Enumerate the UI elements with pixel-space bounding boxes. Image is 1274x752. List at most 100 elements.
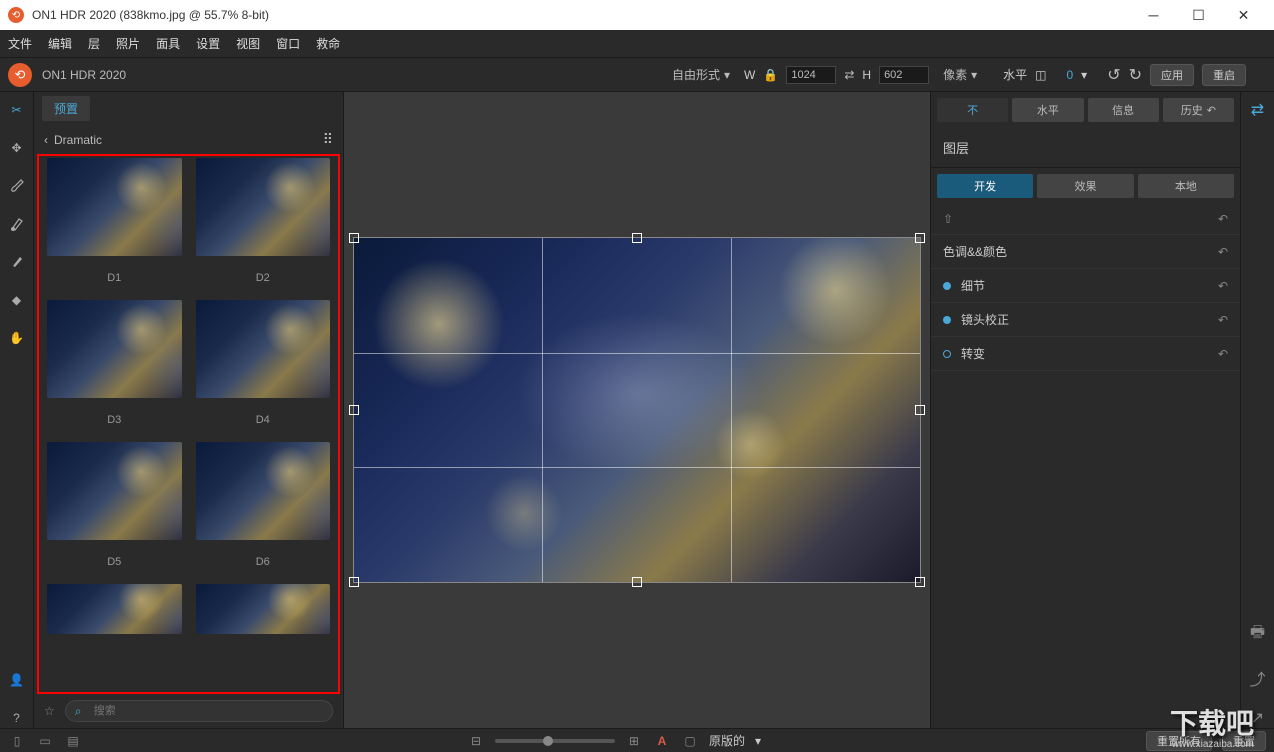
crop-handle[interactable] xyxy=(915,233,925,243)
rotate-ccw-icon[interactable]: ↺ xyxy=(1107,65,1120,85)
crop-handle[interactable] xyxy=(632,577,642,587)
panel-row-share[interactable]: ⇧ ↶ xyxy=(931,204,1240,235)
reset-all-button[interactable]: 重置所有 xyxy=(1146,731,1212,751)
chevron-down-icon[interactable]: ▾ xyxy=(1081,68,1087,82)
tab-history[interactable]: 历史↶ xyxy=(1163,98,1234,122)
share-icon[interactable]: ⇧ xyxy=(943,212,953,226)
preset-item[interactable] xyxy=(47,584,182,634)
panel-row-transform[interactable]: 转变 ↶ xyxy=(931,337,1240,371)
close-button[interactable]: ✕ xyxy=(1221,0,1266,30)
back-icon[interactable]: ‹ xyxy=(44,133,48,147)
crop-tool[interactable]: ✂ xyxy=(7,100,27,120)
reset-button[interactable]: 重置 xyxy=(1222,731,1266,751)
crop-handle[interactable] xyxy=(915,577,925,587)
undo-icon[interactable]: ↶ xyxy=(1218,313,1228,327)
hand-tool[interactable]: ✋ xyxy=(7,328,27,348)
reset-button[interactable]: 重启 xyxy=(1202,64,1246,86)
preset-item[interactable]: D4 xyxy=(196,300,331,436)
crop-handle[interactable] xyxy=(632,233,642,243)
maximize-button[interactable]: ☐ xyxy=(1176,0,1221,30)
undo-icon[interactable]: ↶ xyxy=(1218,212,1228,226)
menu-file[interactable]: 文件 xyxy=(8,35,32,52)
square-icon[interactable]: ▢ xyxy=(681,734,699,748)
menu-mask[interactable]: 面具 xyxy=(156,35,180,52)
printer-icon[interactable]: 🖶 xyxy=(1250,621,1265,648)
crop-handle[interactable] xyxy=(349,577,359,587)
swap-icon[interactable]: ⇄ xyxy=(844,68,854,82)
share-icon[interactable]: ⤴ xyxy=(1249,666,1265,690)
subtab-effects[interactable]: 效果 xyxy=(1037,174,1133,198)
width-input[interactable] xyxy=(786,66,836,84)
clone-tool[interactable] xyxy=(7,252,27,272)
canvas-image[interactable] xyxy=(353,237,921,583)
panel-row-tone[interactable]: 色调&&颜色 ↶ xyxy=(931,235,1240,269)
subtab-local[interactable]: 本地 xyxy=(1138,174,1234,198)
crop-mode-select[interactable]: 自由形式 ▾ xyxy=(666,64,736,85)
preset-item[interactable]: D3 xyxy=(47,300,182,436)
panel-row-detail[interactable]: 细节 ↶ xyxy=(931,269,1240,303)
tab-none[interactable]: 不 xyxy=(937,98,1008,122)
preset-item[interactable]: D2 xyxy=(196,158,331,294)
help-icon[interactable]: ? xyxy=(7,708,27,728)
preset-item[interactable]: D5 xyxy=(47,442,182,578)
brush-tool[interactable] xyxy=(7,176,27,196)
undo-icon[interactable]: ↶ xyxy=(1218,245,1228,259)
chevron-down-icon[interactable]: ▾ xyxy=(755,734,761,748)
menu-layer[interactable]: 层 xyxy=(88,35,100,52)
apply-button[interactable]: 应用 xyxy=(1150,64,1194,86)
marker-a-icon[interactable]: A xyxy=(653,734,671,748)
preset-thumbnail[interactable] xyxy=(196,442,331,540)
export-icon[interactable]: ↗ xyxy=(1251,708,1264,728)
filmstrip-view-icon[interactable]: ▤ xyxy=(64,734,82,748)
heal-tool[interactable]: ◆ xyxy=(7,290,27,310)
level-icon[interactable]: ◫ xyxy=(1035,68,1046,82)
zoom-in-icon[interactable]: ⊞ xyxy=(625,734,643,748)
menu-settings[interactable]: 设置 xyxy=(196,35,220,52)
move-tool[interactable]: ✥ xyxy=(7,138,27,158)
preset-thumbnail[interactable] xyxy=(47,442,182,540)
right-panel: 不 水平 信息 历史↶ 图层 开发 效果 本地 ⇧ ↶ 色调&&颜色 ↶ 细节 … xyxy=(930,92,1240,728)
single-view-icon[interactable]: ▯ xyxy=(8,734,26,748)
origin-label[interactable]: 原版的 xyxy=(709,732,745,749)
menu-edit[interactable]: 编辑 xyxy=(48,35,72,52)
chevron-down-icon: ▾ xyxy=(724,68,730,82)
grid-view-icon[interactable]: ⠿ xyxy=(323,131,333,148)
minimize-button[interactable]: ─ xyxy=(1131,0,1176,30)
menu-photo[interactable]: 照片 xyxy=(116,35,140,52)
zoom-slider[interactable] xyxy=(495,739,615,743)
crop-handle[interactable] xyxy=(349,405,359,415)
undo-icon[interactable]: ↶ xyxy=(1218,279,1228,293)
height-input[interactable] xyxy=(879,66,929,84)
mask-brush-tool[interactable] xyxy=(7,214,27,234)
preset-thumbnail[interactable] xyxy=(196,300,331,398)
tab-level[interactable]: 水平 xyxy=(1012,98,1083,122)
unit-select[interactable]: 像素 ▾ xyxy=(937,64,983,85)
crop-handle[interactable] xyxy=(915,405,925,415)
link-icon[interactable]: ⇄ xyxy=(1251,100,1264,120)
favorite-icon[interactable]: ☆ xyxy=(44,704,55,718)
rotate-cw-icon[interactable]: ↻ xyxy=(1129,65,1142,85)
angle-value[interactable]: 0 xyxy=(1066,68,1073,82)
crop-handle[interactable] xyxy=(349,233,359,243)
zoom-out-icon[interactable]: ⊟ xyxy=(467,734,485,748)
panel-row-lens[interactable]: 镜头校正 ↶ xyxy=(931,303,1240,337)
tab-info[interactable]: 信息 xyxy=(1088,98,1159,122)
preset-item[interactable] xyxy=(196,584,331,634)
preset-item[interactable]: D6 xyxy=(196,442,331,578)
preset-tab[interactable]: 预置 xyxy=(42,96,90,121)
undo-icon[interactable]: ↶ xyxy=(1218,347,1228,361)
menu-window[interactable]: 窗口 xyxy=(276,35,300,52)
subtab-develop[interactable]: 开发 xyxy=(937,174,1033,198)
preset-thumbnail[interactable] xyxy=(196,158,331,256)
preset-thumbnail[interactable] xyxy=(196,584,331,634)
search-input[interactable] xyxy=(65,700,333,722)
compare-view-icon[interactable]: ▭ xyxy=(36,734,54,748)
lock-icon[interactable]: 🔒 xyxy=(763,68,778,82)
preset-thumbnail[interactable] xyxy=(47,300,182,398)
preset-thumbnail[interactable] xyxy=(47,158,182,256)
menu-help[interactable]: 救命 xyxy=(316,35,340,52)
preset-item[interactable]: D1 xyxy=(47,158,182,294)
user-icon[interactable]: 👤 xyxy=(7,670,27,690)
menu-view[interactable]: 视图 xyxy=(236,35,260,52)
preset-thumbnail[interactable] xyxy=(47,584,182,634)
